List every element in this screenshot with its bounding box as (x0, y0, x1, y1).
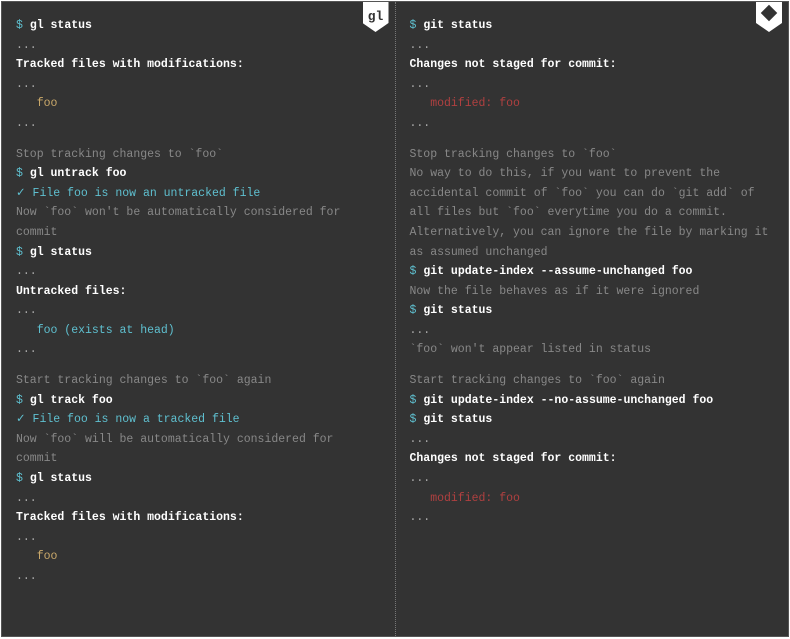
prompt: $ (410, 413, 417, 426)
prompt: $ (410, 304, 417, 317)
pane-gl: gl $ gl status ... Tracked files with mo… (2, 2, 396, 636)
section-title: Start tracking changes to `foo` again (16, 371, 381, 391)
cmd-text: git update-index --assume-unchanged foo (423, 265, 692, 278)
note-line: Now `foo` won't be automatically conside… (16, 203, 381, 242)
result-line: ✓ File foo is now a tracked file (16, 410, 381, 430)
note-line: Now the file behaves as if it were ignor… (410, 282, 775, 302)
spacer (16, 360, 381, 372)
output-dots: ... (16, 262, 381, 282)
cmd-text: git status (423, 413, 492, 426)
cmd-line: $ git update-index --assume-unchanged fo… (410, 262, 775, 282)
prompt: $ (16, 19, 23, 32)
file-entry: foo (exists at head) (16, 321, 381, 341)
output-dots: ... (16, 301, 381, 321)
section-title: Start tracking changes to `foo` again (410, 371, 775, 391)
cmd-line: $ gl status (16, 469, 381, 489)
output-dots: ... (16, 528, 381, 548)
output-dots: ... (16, 567, 381, 587)
cmd-text: git update-index --no-assume-unchanged f… (423, 394, 713, 407)
cmd-text: git status (423, 19, 492, 32)
output-heading: Changes not staged for commit: (410, 449, 775, 469)
cmd-line: $ gl track foo (16, 391, 381, 411)
output-dots: ... (16, 36, 381, 56)
section-title: Stop tracking changes to `foo` (16, 145, 381, 165)
cmd-text: gl status (30, 19, 92, 32)
prompt: $ (410, 394, 417, 407)
comparison-container: gl $ gl status ... Tracked files with mo… (1, 1, 789, 637)
note-line: No way to do this, if you want to preven… (410, 164, 775, 262)
cmd-line: $ gl untrack foo (16, 164, 381, 184)
cmd-text: gl track foo (30, 394, 113, 407)
prompt: $ (16, 472, 23, 485)
note-line: `foo` won't appear listed in status (410, 340, 775, 360)
output-dots: ... (16, 340, 381, 360)
cmd-line: $ gl status (16, 243, 381, 263)
file-entry: modified: foo (410, 94, 775, 114)
badge-gl-label: gl (368, 6, 384, 28)
output-dots: ... (410, 469, 775, 489)
spacer (16, 133, 381, 145)
cmd-text: gl untrack foo (30, 167, 127, 180)
section-title: Stop tracking changes to `foo` (410, 145, 775, 165)
pane-git: $ git status ... Changes not staged for … (396, 2, 789, 636)
result-line: ✓ File foo is now an untracked file (16, 184, 381, 204)
output-dots: ... (16, 75, 381, 95)
output-dots: ... (16, 489, 381, 509)
output-dots: ... (16, 114, 381, 134)
note-line: Now `foo` will be automatically consider… (16, 430, 381, 469)
spacer (410, 360, 775, 372)
file-entry: foo (16, 547, 381, 567)
cmd-line: $ git status (410, 16, 775, 36)
spacer (410, 133, 775, 145)
output-dots: ... (410, 75, 775, 95)
prompt: $ (410, 265, 417, 278)
cmd-text: gl status (30, 246, 92, 259)
cmd-text: gl status (30, 472, 92, 485)
git-icon (760, 4, 778, 30)
cmd-line: $ git status (410, 410, 775, 430)
cmd-line: $ git status (410, 301, 775, 321)
output-heading: Tracked files with modifications: (16, 508, 381, 528)
output-dots: ... (410, 114, 775, 134)
output-dots: ... (410, 321, 775, 341)
prompt: $ (16, 394, 23, 407)
prompt: $ (16, 167, 23, 180)
cmd-line: $ gl status (16, 16, 381, 36)
output-heading: Changes not staged for commit: (410, 55, 775, 75)
output-heading: Untracked files: (16, 282, 381, 302)
output-heading: Tracked files with modifications: (16, 55, 381, 75)
output-dots: ... (410, 508, 775, 528)
file-entry: foo (16, 94, 381, 114)
output-dots: ... (410, 430, 775, 450)
cmd-line: $ git update-index --no-assume-unchanged… (410, 391, 775, 411)
file-entry: modified: foo (410, 489, 775, 509)
cmd-text: git status (423, 304, 492, 317)
prompt: $ (16, 246, 23, 259)
output-dots: ... (410, 36, 775, 56)
prompt: $ (410, 19, 417, 32)
